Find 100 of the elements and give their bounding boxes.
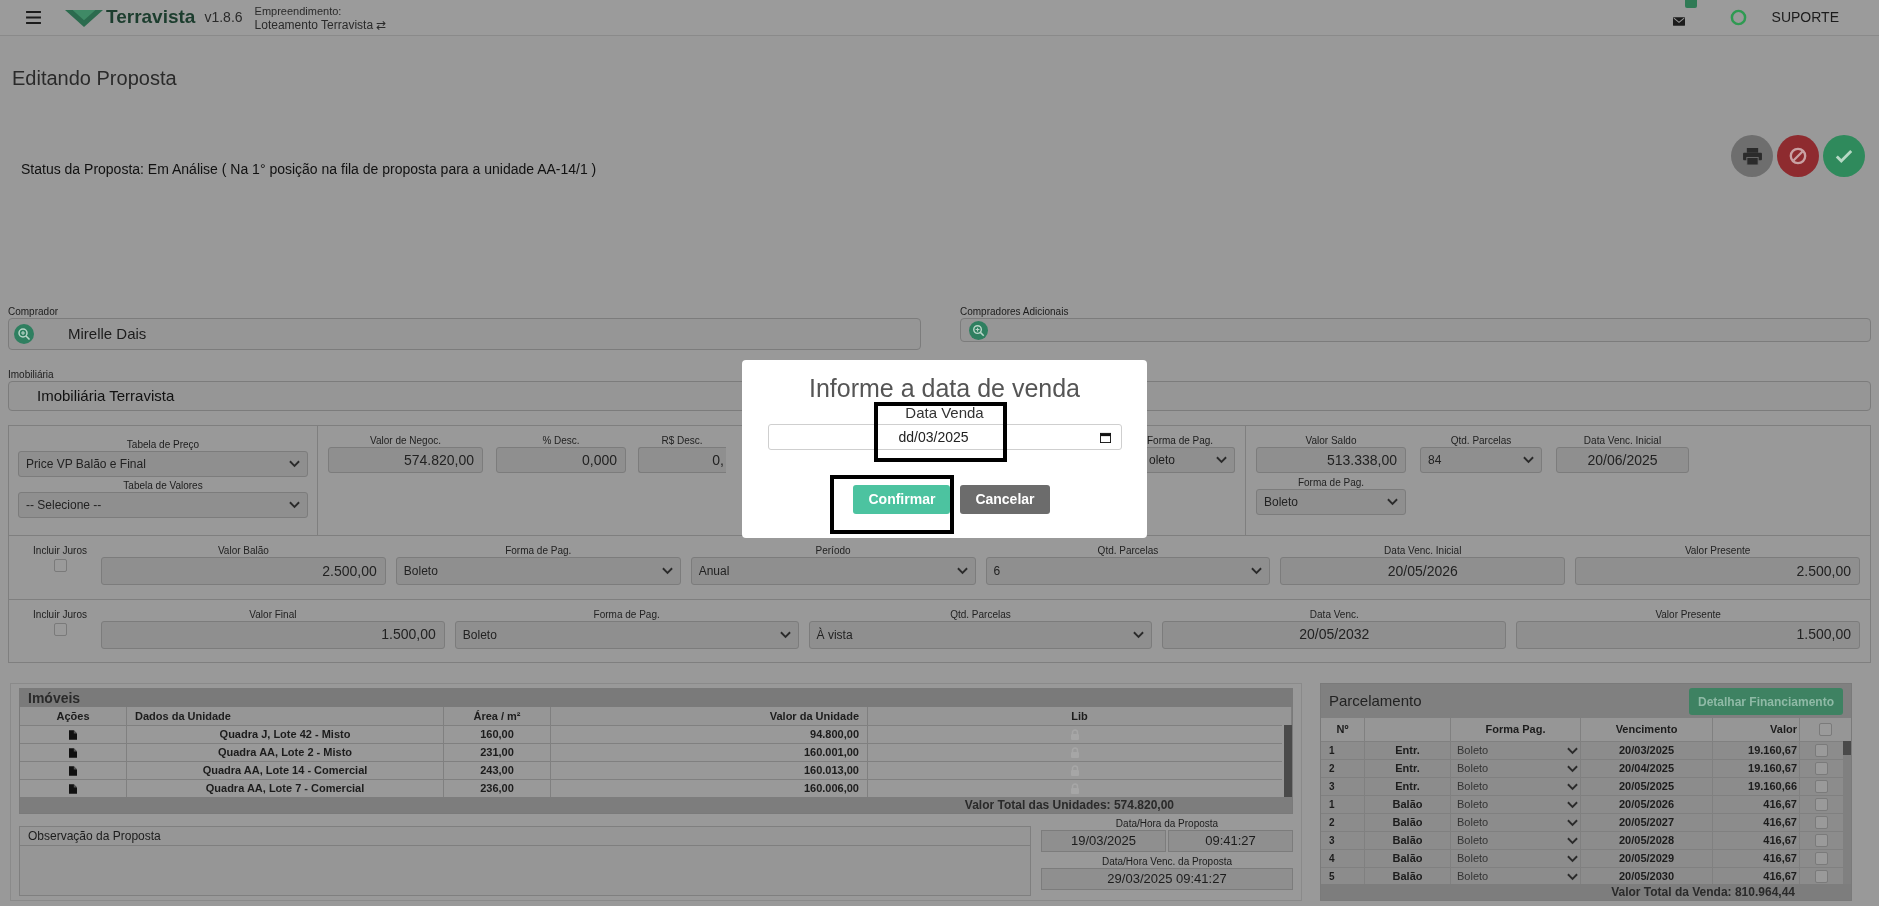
table-cell: Entr. — [1365, 760, 1451, 777]
input-field[interactable]: 0, — [638, 447, 726, 473]
cancel-button[interactable]: Cancelar — [960, 485, 1050, 514]
chevron-down-icon — [1567, 746, 1578, 755]
select-field[interactable]: Boleto — [1451, 850, 1581, 867]
document-icon[interactable] — [69, 747, 77, 758]
table-cell: Balão — [1365, 796, 1451, 813]
select-field[interactable]: oleto — [1147, 447, 1235, 473]
chevron-down-icon — [1567, 872, 1578, 881]
menu-icon[interactable] — [26, 11, 41, 24]
buyer-field[interactable]: Mirelle Dais — [8, 318, 921, 350]
input-field[interactable]: 513.338,00 — [1256, 447, 1406, 473]
document-icon[interactable] — [69, 765, 77, 776]
checkbox[interactable] — [1815, 780, 1828, 793]
chevron-down-icon — [1567, 818, 1578, 827]
field-label: Data Venc. Inicial — [1583, 434, 1662, 447]
chevron-down-icon — [1567, 800, 1578, 809]
table-cell: Quadra AA, Lote 14 - Comercial — [127, 762, 444, 779]
checkbox[interactable] — [1815, 870, 1828, 883]
table-cell: Balão — [1365, 850, 1451, 867]
table-cell: 416,67 — [1713, 832, 1800, 849]
mail-icon[interactable] — [1672, 16, 1685, 26]
select-field[interactable]: -- Selecione -- — [18, 492, 308, 518]
table-cell: 160,00 — [444, 726, 551, 743]
table-cell: Quadra AA, Lote 2 - Misto — [127, 744, 444, 761]
input-field[interactable]: 2.500,00 — [101, 557, 386, 585]
checkbox[interactable] — [1815, 852, 1828, 865]
select-field[interactable]: Boleto — [395, 557, 681, 585]
table-cell: 160.001,00 — [551, 744, 868, 761]
select-field[interactable]: Boleto — [1451, 760, 1581, 777]
table-cell: 94.800,00 — [551, 726, 868, 743]
select-field[interactable]: 84 — [1420, 447, 1542, 473]
input-field[interactable]: 2.500,00 — [1575, 557, 1860, 585]
calendar-icon[interactable] — [1099, 431, 1111, 443]
select-field[interactable]: Boleto — [1451, 778, 1581, 795]
select-field[interactable]: Boleto — [1256, 489, 1406, 515]
checkbox[interactable] — [1819, 723, 1832, 736]
field-label: Incluir Juros — [33, 607, 87, 621]
logo-icon — [65, 8, 103, 27]
checkbox[interactable] — [1815, 816, 1828, 829]
column-header: Forma Pag. — [1451, 718, 1581, 741]
column-header: Área / m² — [444, 707, 551, 725]
checkbox[interactable] — [53, 622, 67, 636]
chevron-down-icon — [1567, 764, 1578, 773]
chevron-down-icon — [1133, 630, 1145, 639]
column-header: Ações — [20, 707, 127, 725]
date-field[interactable]: 20/05/2032 — [1162, 620, 1507, 649]
field-label: Data/Hora Venc. da Proposta — [1101, 856, 1233, 868]
select-field[interactable]: À vista — [808, 620, 1153, 649]
field-label: Forma de Pag. — [593, 607, 660, 621]
checkbox[interactable] — [1815, 798, 1828, 811]
table-cell: 231,00 — [444, 744, 551, 761]
select-field[interactable]: Anual — [690, 557, 976, 585]
chevron-down-icon — [1251, 567, 1263, 575]
additional-buyers-field[interactable] — [960, 318, 1871, 342]
select-field[interactable]: Boleto — [1451, 814, 1581, 831]
date-field[interactable]: 20/06/2025 — [1556, 447, 1689, 473]
input-field[interactable]: 574.820,00 — [328, 447, 483, 473]
field-label: Qtd. Parcelas — [950, 607, 1011, 621]
cancel-proposal-button[interactable] — [1777, 135, 1819, 177]
checkbox[interactable] — [1815, 762, 1828, 775]
notification-badge — [1684, 0, 1697, 8]
chevron-down-icon — [779, 630, 791, 639]
search-icon[interactable] — [14, 324, 34, 344]
scrollbar[interactable] — [1284, 725, 1292, 797]
column-header: Valor — [1713, 718, 1800, 741]
date-field[interactable]: 20/05/2026 — [1280, 557, 1566, 585]
date-input-field[interactable]: dd/03/2025 — [767, 424, 1122, 450]
table-cell: 3 — [1321, 778, 1365, 795]
select-field[interactable]: 6 — [985, 557, 1271, 585]
table-cell: 19.160,66 — [1713, 778, 1800, 795]
input-field[interactable]: 0,000 — [496, 447, 626, 473]
select-field[interactable]: Boleto — [454, 620, 799, 649]
checkbox[interactable] — [53, 559, 67, 572]
select-field[interactable]: Boleto — [1451, 832, 1581, 849]
page-title: Editando Proposta — [11, 66, 178, 90]
select-field[interactable]: Boleto — [1451, 742, 1581, 759]
search-icon[interactable] — [969, 320, 988, 340]
input-field[interactable]: 1.500,00 — [1516, 620, 1860, 649]
project-name[interactable]: Loteamento Terravista ⇄ — [254, 17, 387, 32]
checkbox[interactable] — [1815, 834, 1828, 847]
checkbox[interactable] — [1815, 744, 1828, 757]
support-link[interactable]: SUPORTE — [1771, 7, 1839, 28]
select-field[interactable]: Price VP Balão e Final — [18, 451, 308, 477]
chevron-down-icon — [1567, 836, 1578, 845]
table-cell: 1 — [1321, 742, 1365, 759]
scrollbar[interactable] — [1843, 741, 1851, 755]
select-field[interactable]: Boleto — [1451, 796, 1581, 813]
notes-field[interactable]: Observação da Proposta — [19, 826, 1031, 896]
chevron-down-icon — [1387, 498, 1398, 506]
document-icon[interactable] — [69, 783, 77, 794]
column-header: Nº — [1321, 718, 1365, 741]
approve-button[interactable] — [1823, 135, 1865, 177]
input-field[interactable]: 1.500,00 — [101, 620, 445, 649]
print-button[interactable] — [1731, 135, 1773, 177]
table-cell: 19.160,67 — [1713, 760, 1800, 777]
document-icon[interactable] — [69, 729, 77, 740]
field-label: Comprador — [8, 305, 60, 318]
time-field: 09:41:27 — [1168, 830, 1293, 852]
table-cell: Entr. — [1365, 742, 1451, 759]
